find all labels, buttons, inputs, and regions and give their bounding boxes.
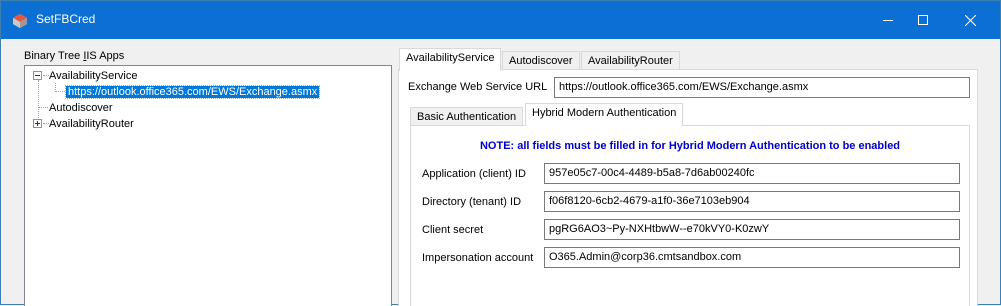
close-button[interactable] <box>947 1 993 39</box>
tree-label: Binary Tree IIS Apps <box>24 50 124 62</box>
ews-url-input[interactable]: https://outlook.office365.com/EWS/Exchan… <box>554 77 970 98</box>
tenant-id-input[interactable]: f06f8120-6cb2-4679-a1f0-36e7103eb904 <box>544 191 960 212</box>
tree-label-prefix: Binary Tree <box>24 50 84 62</box>
client-secret-input[interactable]: pgRG6AO3~Py-NXHtbwW--e70kVY0-K0zwY <box>544 219 960 240</box>
tree-connector <box>38 80 39 124</box>
tenant-id-label: Directory (tenant) ID <box>422 196 522 208</box>
ews-url-label: Exchange Web Service URL <box>408 81 548 93</box>
client-id-label: Application (client) ID <box>422 168 526 180</box>
tree-label-suffix: IS Apps <box>86 50 125 62</box>
hybrid-auth-note: NOTE: all fields must be filled in for H… <box>479 140 901 152</box>
window-title: SetFBCred <box>36 12 96 26</box>
tab-hybrid-modern-authentication[interactable]: Hybrid Modern Authentication <box>525 103 684 126</box>
client-id-input[interactable]: 957e05c7-00c4-4489-b5a8-7d6ab00240fc <box>544 163 960 184</box>
impersonation-account-input[interactable]: O365.Admin@corp36.cmtsandbox.com <box>544 247 960 268</box>
tab-availabilityservice[interactable]: AvailabilityService <box>399 48 502 71</box>
close-icon <box>964 14 976 26</box>
tab-availabilityrouter[interactable]: AvailabilityRouter <box>581 51 680 71</box>
tree-node-ews-url-label: https://outlook.office365.com/EWS/Exchan… <box>64 85 321 99</box>
tab-basic-authentication[interactable]: Basic Authentication <box>410 107 524 127</box>
tree-node-autodiscover[interactable]: Autodiscover <box>49 100 113 116</box>
app-logo-icon <box>13 14 27 28</box>
app-window: SetFBCred Binary Tree IIS Apps Availabil… <box>0 0 1001 306</box>
minimize-icon <box>883 20 893 21</box>
tree-node-availabilityservice[interactable]: AvailabilityService <box>49 68 137 84</box>
maximize-button[interactable] <box>900 1 946 39</box>
maximize-icon <box>918 15 928 25</box>
hybrid-auth-panel <box>410 125 970 306</box>
tree-connector <box>55 91 65 92</box>
iis-apps-tree[interactable]: AvailabilityService https://outlook.offi… <box>24 65 392 306</box>
impersonation-account-label: Impersonation account <box>422 252 534 264</box>
client-secret-label: Client secret <box>422 224 484 236</box>
tab-autodiscover[interactable]: Autodiscover <box>502 51 580 71</box>
collapse-toggle-icon[interactable] <box>33 71 42 80</box>
expand-toggle-icon[interactable] <box>33 119 42 128</box>
title-bar[interactable]: SetFBCred <box>1 1 1000 39</box>
tree-connector <box>38 107 48 108</box>
tree-node-ews-url[interactable]: https://outlook.office365.com/EWS/Exchan… <box>64 84 321 100</box>
tree-node-availabilityrouter[interactable]: AvailabilityRouter <box>49 116 134 132</box>
